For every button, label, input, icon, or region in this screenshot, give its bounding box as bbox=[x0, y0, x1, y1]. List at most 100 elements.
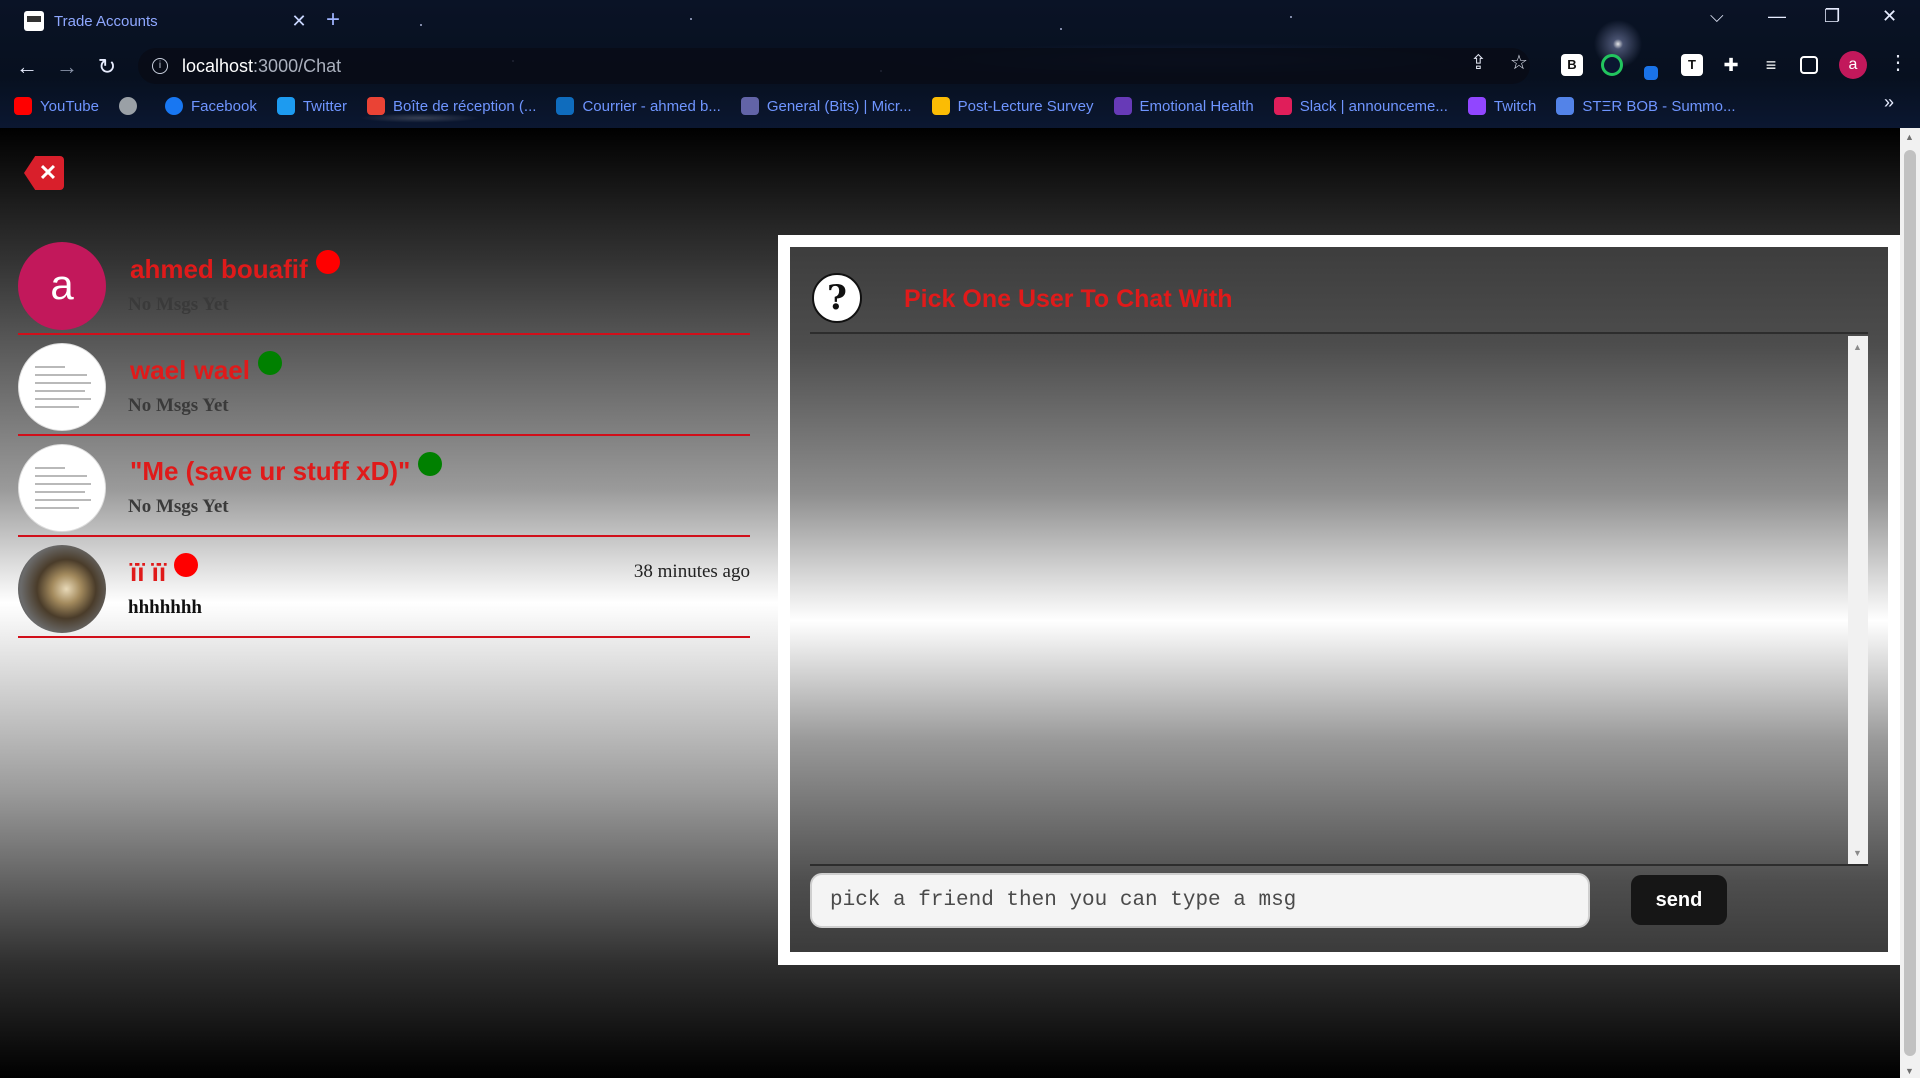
contact-item[interactable]: "Me (save ur stuff xD)" No Msgs Yet bbox=[18, 436, 750, 537]
bookmark-item[interactable]: Emotional Health bbox=[1113, 97, 1254, 115]
back-arrow-icon[interactable]: ← bbox=[12, 52, 42, 82]
page-scroll-thumb[interactable] bbox=[1904, 150, 1916, 1056]
bookmark-label: Boîte de réception (... bbox=[393, 97, 537, 115]
bookmark-item[interactable]: Boîte de réception (... bbox=[367, 97, 536, 115]
status-online-dot bbox=[418, 452, 443, 476]
messages-scrollbar[interactable]: ▲ ▼ bbox=[1848, 336, 1868, 864]
chat-window: ? Pick One User To Chat With ▲ ▼ send bbox=[778, 235, 1900, 965]
bookmark-label: Post-Lecture Survey bbox=[957, 97, 1094, 115]
extensions-puzzle-icon[interactable]: ✚ bbox=[1720, 54, 1742, 76]
bookmark-star-icon[interactable]: ☆ bbox=[1510, 50, 1528, 75]
bookmark-item[interactable]: Twitter bbox=[276, 97, 348, 115]
close-icon: ✕ bbox=[38, 160, 58, 185]
bookmark-label: YouTube bbox=[40, 97, 99, 115]
page-scroll-up-icon[interactable]: ▲ bbox=[1905, 132, 1914, 142]
reload-icon[interactable]: ↻ bbox=[92, 52, 122, 82]
media-control-icon[interactable]: ≡ bbox=[1760, 54, 1782, 76]
site-info-icon[interactable]: i bbox=[152, 58, 168, 74]
contact-name: "Me (save ur stuff xD)" bbox=[130, 452, 443, 487]
last-message-preview: No Msgs Yet bbox=[128, 496, 229, 517]
last-message-preview: hhhhhhh bbox=[128, 597, 202, 618]
profile-avatar[interactable]: a bbox=[1839, 51, 1867, 79]
page-scroll-down-icon[interactable]: ▼ bbox=[1905, 1066, 1914, 1076]
chat-page: ✕ a ahmed bouafif No Msgs Yet wael wael … bbox=[0, 128, 1900, 1078]
browser-menu-icon[interactable]: ⋮ bbox=[1888, 50, 1908, 75]
forward-arrow-icon[interactable]: → bbox=[52, 52, 82, 82]
bookmark-item[interactable]: Twitch bbox=[1467, 97, 1537, 115]
chat-title: Pick One User To Chat With bbox=[904, 285, 1233, 313]
status-offline-dot bbox=[315, 250, 340, 274]
bookmark-label: Twitch bbox=[1493, 97, 1537, 115]
browser-chrome: Trade Accounts ✕ + ⌵ — ❐ ✕ ← → ↻ i local… bbox=[0, 0, 1920, 128]
avatar bbox=[18, 444, 106, 532]
opgg-icon bbox=[1556, 97, 1575, 115]
chat-header: ? Pick One User To Chat With bbox=[810, 247, 1868, 334]
browser-tab[interactable]: Trade Accounts ✕ bbox=[10, 4, 310, 38]
tab-search-chevron-icon[interactable]: ⌵ bbox=[1710, 6, 1724, 27]
outlook-icon bbox=[556, 97, 575, 115]
share-icon[interactable]: ⇪ bbox=[1470, 50, 1487, 75]
twitch-icon bbox=[1467, 97, 1486, 115]
bookmark-label: Facebook bbox=[190, 97, 257, 115]
restore-button[interactable]: ❐ bbox=[1824, 6, 1840, 27]
last-message-preview: No Msgs Yet bbox=[128, 395, 229, 416]
unknown-user-icon: ? bbox=[812, 273, 862, 323]
contact-name: ïï ïï bbox=[130, 553, 199, 588]
contact-name: ahmed bouafif bbox=[130, 250, 340, 285]
avatar: a bbox=[18, 242, 106, 330]
forms-icon bbox=[1113, 97, 1132, 115]
contact-item[interactable]: wael wael No Msgs Yet bbox=[18, 335, 750, 436]
bookmark-item[interactable]: Facebook bbox=[164, 97, 257, 115]
bookmarks-more-icon[interactable]: » bbox=[1884, 92, 1894, 113]
bookmark-label: STΞR BOB - Summo... bbox=[1582, 97, 1736, 115]
youtube-icon bbox=[14, 97, 32, 115]
drive-icon bbox=[931, 97, 950, 115]
bookmark-item[interactable]: YouTube bbox=[14, 97, 99, 115]
bookmark-label: General (Bits) | Micr... bbox=[766, 97, 912, 115]
contact-list: a ahmed bouafif No Msgs Yet wael wael No… bbox=[18, 234, 750, 638]
send-button[interactable]: send bbox=[1631, 875, 1727, 925]
twitter-icon bbox=[276, 97, 295, 115]
bookmark-label: Slack | announceme... bbox=[1299, 97, 1448, 115]
avatar bbox=[18, 343, 106, 431]
new-tab-button[interactable]: + bbox=[326, 6, 340, 34]
side-panel-icon[interactable] bbox=[1800, 56, 1818, 74]
teams-icon bbox=[740, 97, 759, 115]
minimize-button[interactable]: — bbox=[1768, 6, 1786, 27]
bookmark-item[interactable] bbox=[118, 97, 145, 115]
avatar bbox=[18, 545, 106, 633]
bookmark-item[interactable]: Slack | announceme... bbox=[1273, 97, 1448, 115]
globe-icon bbox=[118, 97, 137, 115]
close-chat-button[interactable]: ✕ bbox=[24, 156, 64, 190]
window-close-button[interactable]: ✕ bbox=[1882, 6, 1897, 27]
status-online-dot bbox=[257, 351, 282, 375]
chat-panel: ? Pick One User To Chat With ▲ ▼ send bbox=[790, 247, 1888, 952]
tab-title: Trade Accounts bbox=[54, 12, 158, 30]
contact-item[interactable]: a ahmed bouafif No Msgs Yet bbox=[18, 234, 750, 335]
last-message-time: 38 minutes ago bbox=[633, 561, 750, 582]
page-scrollbar[interactable]: ▲ ▼ bbox=[1900, 128, 1920, 1078]
bookmark-item[interactable]: Post-Lecture Survey bbox=[931, 97, 1094, 115]
bookmark-label: Courrier - ahmed b... bbox=[582, 97, 721, 115]
message-input[interactable] bbox=[810, 873, 1590, 928]
status-offline-dot bbox=[174, 553, 199, 577]
extension-pen-icon[interactable] bbox=[1644, 66, 1658, 80]
bookmark-item[interactable]: General (Bits) | Micr... bbox=[740, 97, 912, 115]
extension-target-icon[interactable] bbox=[1601, 54, 1623, 76]
extension-t-icon[interactable]: T bbox=[1681, 54, 1703, 76]
messages-area[interactable]: ▲ ▼ bbox=[810, 336, 1868, 866]
bookmark-item[interactable]: Courrier - ahmed b... bbox=[556, 97, 721, 115]
tab-close-icon[interactable]: ✕ bbox=[288, 11, 310, 32]
scroll-down-icon[interactable]: ▼ bbox=[1853, 848, 1862, 858]
bookmark-label: Twitter bbox=[302, 97, 348, 115]
url-host: localhost bbox=[182, 55, 254, 76]
scroll-up-icon[interactable]: ▲ bbox=[1853, 342, 1862, 352]
bookmark-label: Emotional Health bbox=[1139, 97, 1254, 115]
bookmark-item[interactable]: STΞR BOB - Summo... bbox=[1556, 97, 1736, 115]
tab-favicon-icon bbox=[24, 11, 44, 31]
last-message-preview: No Msgs Yet bbox=[128, 294, 229, 315]
address-bar[interactable]: i localhost:3000/Chat bbox=[138, 48, 1530, 84]
facebook-icon bbox=[164, 97, 183, 115]
contact-item[interactable]: ïï ïï hhhhhhh 38 minutes ago bbox=[18, 537, 750, 638]
extension-b-icon[interactable]: B bbox=[1561, 54, 1583, 76]
